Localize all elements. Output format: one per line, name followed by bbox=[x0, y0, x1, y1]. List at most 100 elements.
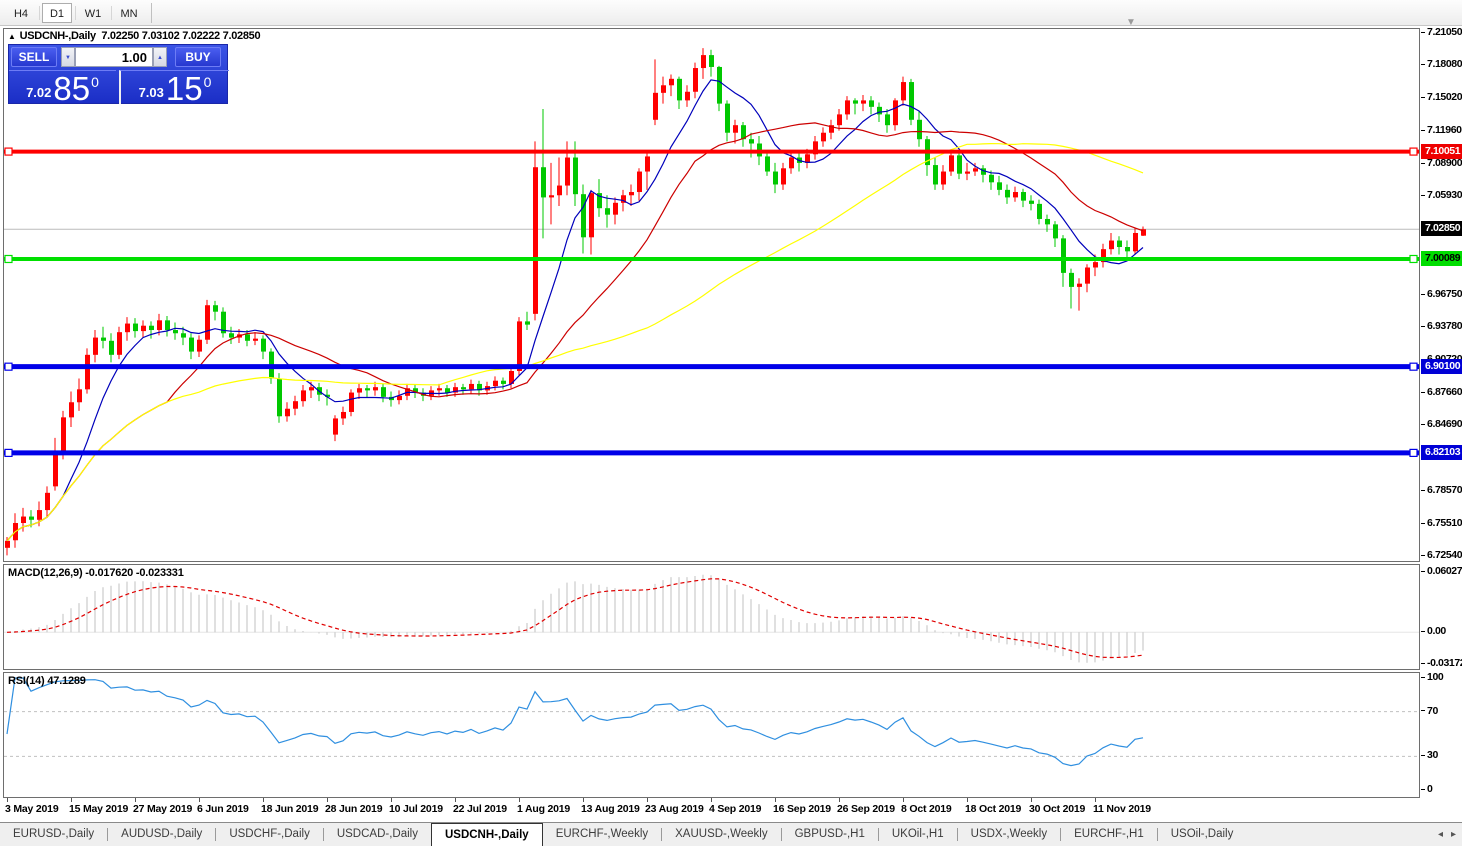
price-tag: 6.82103 bbox=[1421, 445, 1462, 460]
sell-price-point: 0 bbox=[91, 74, 99, 90]
tab-gbpusd-h1[interactable]: GBPUSD-,H1 bbox=[782, 823, 878, 846]
ohlc-open: 7.02250 bbox=[101, 30, 139, 42]
macd-indicator-panel[interactable] bbox=[3, 564, 1420, 670]
price-tick-label: 6.96750 bbox=[1421, 288, 1462, 302]
tab-eurchf-weekly[interactable]: EURCHF-,Weekly bbox=[543, 823, 661, 846]
timeframe-button-mn[interactable]: MN bbox=[114, 3, 144, 23]
price-chart-panel[interactable] bbox=[3, 28, 1420, 562]
sell-button[interactable]: SELL bbox=[11, 47, 57, 67]
date-tick bbox=[1031, 798, 1032, 802]
price-tag: 7.02850 bbox=[1421, 221, 1462, 236]
macd-tick-label: -0.031725 bbox=[1421, 657, 1462, 671]
price-tick-label: 6.87660 bbox=[1421, 386, 1462, 400]
date-tick bbox=[647, 798, 648, 802]
macd-tick-label: 0.060273 bbox=[1421, 565, 1462, 579]
date-tick bbox=[903, 798, 904, 802]
volume-increase-button[interactable]: ▲ bbox=[153, 47, 167, 67]
timeframe-button-d1[interactable]: D1 bbox=[42, 3, 72, 23]
toolbar-separator bbox=[75, 6, 76, 20]
tab-ukoil-h1[interactable]: UKOil-,H1 bbox=[879, 823, 957, 846]
price-tag: 7.10051 bbox=[1421, 144, 1462, 159]
chart-tab-bar: EURUSD-,DailyAUDUSD-,DailyUSDCHF-,DailyU… bbox=[0, 822, 1462, 846]
chart-scroll-marker-icon[interactable]: ▼ bbox=[1126, 17, 1136, 28]
toolbar-separator bbox=[151, 3, 152, 23]
price-tag: 7.00089 bbox=[1421, 251, 1462, 266]
tab-usdx-weekly[interactable]: USDX-,Weekly bbox=[958, 823, 1060, 846]
date-label: 18 Oct 2019 bbox=[965, 803, 1021, 815]
tab-usdcad-daily[interactable]: USDCAD-,Daily bbox=[324, 823, 431, 846]
date-label: 16 Sep 2019 bbox=[773, 803, 831, 815]
buy-price-pips: 15 bbox=[166, 74, 203, 104]
sell-price-prefix: 7.02 bbox=[26, 85, 51, 100]
date-label: 4 Sep 2019 bbox=[709, 803, 761, 815]
date-label: 15 May 2019 bbox=[69, 803, 128, 815]
buy-button[interactable]: BUY bbox=[175, 47, 221, 67]
tab-usoil-daily[interactable]: USOil-,Daily bbox=[1158, 823, 1247, 846]
date-label: 8 Oct 2019 bbox=[901, 803, 952, 815]
rsi-tick-label: 70 bbox=[1421, 705, 1462, 719]
tab-scroll-arrows: ◂▸ bbox=[1438, 823, 1462, 846]
toolbar-separator bbox=[111, 6, 112, 20]
price-tick-label: 7.05930 bbox=[1421, 189, 1462, 203]
date-tick bbox=[583, 798, 584, 802]
date-label: 3 May 2019 bbox=[5, 803, 58, 815]
price-tick-label: 6.75510 bbox=[1421, 517, 1462, 531]
date-label: 27 May 2019 bbox=[133, 803, 192, 815]
tab-scroll-left-icon[interactable]: ◂ bbox=[1438, 829, 1443, 840]
date-tick bbox=[7, 798, 8, 802]
price-tick-label: 7.18080 bbox=[1421, 58, 1462, 72]
trade-panel-top-row: SELL ▼ ▲ BUY bbox=[9, 45, 227, 69]
date-tick bbox=[263, 798, 264, 802]
date-label: 13 Aug 2019 bbox=[581, 803, 640, 815]
date-label: 28 Jun 2019 bbox=[325, 803, 382, 815]
buy-price-display[interactable]: 7.03 15 0 bbox=[119, 70, 229, 104]
tab-usdcnh-daily[interactable]: USDCNH-,Daily bbox=[431, 823, 543, 846]
timeframe-button-w1[interactable]: W1 bbox=[78, 3, 108, 23]
date-tick bbox=[71, 798, 72, 802]
rsi-tick-label: 0 bbox=[1421, 783, 1462, 797]
price-scale[interactable]: 7.210507.180807.150207.119607.089007.059… bbox=[1421, 28, 1462, 798]
date-label: 18 Jun 2019 bbox=[261, 803, 318, 815]
price-tick-label: 7.15020 bbox=[1421, 91, 1462, 105]
date-tick bbox=[967, 798, 968, 802]
ohlc-low: 7.02222 bbox=[182, 30, 220, 42]
date-label: 30 Oct 2019 bbox=[1029, 803, 1085, 815]
timeframe-toolbar: H4 D1 W1 MN bbox=[0, 0, 1462, 26]
rsi-indicator-panel[interactable] bbox=[3, 672, 1420, 798]
volume-input[interactable] bbox=[75, 47, 153, 67]
macd-label: MACD(12,26,9) -0.017620 -0.023331 bbox=[8, 567, 184, 579]
ohlc-high: 7.03102 bbox=[142, 30, 180, 42]
chart-title: ▲ USDCNH-,Daily 7.02250 7.03102 7.02222 7… bbox=[8, 30, 260, 42]
macd-tick-label: 0.00 bbox=[1421, 625, 1462, 639]
rsi-value: 47.1289 bbox=[47, 675, 85, 687]
tab-xauusd-weekly[interactable]: XAUUSD-,Weekly bbox=[662, 823, 780, 846]
date-axis: 3 May 201915 May 201927 May 20196 Jun 20… bbox=[3, 798, 1420, 820]
price-tick-label: 6.84690 bbox=[1421, 418, 1462, 432]
date-tick bbox=[1095, 798, 1096, 802]
date-label: 10 Jul 2019 bbox=[389, 803, 443, 815]
tab-scroll-right-icon[interactable]: ▸ bbox=[1451, 829, 1456, 840]
price-tick-label: 7.21050 bbox=[1421, 26, 1462, 40]
sell-price-pips: 85 bbox=[53, 74, 90, 104]
tab-usdchf-daily[interactable]: USDCHF-,Daily bbox=[216, 823, 323, 846]
price-tick-label: 6.78570 bbox=[1421, 484, 1462, 498]
buy-price-prefix: 7.03 bbox=[139, 85, 164, 100]
timeframe-button-h4[interactable]: H4 bbox=[6, 3, 36, 23]
symbol-period-label: USDCNH-,Daily bbox=[20, 30, 96, 42]
date-tick bbox=[199, 798, 200, 802]
price-tick-label: 6.72540 bbox=[1421, 549, 1462, 563]
price-tick-label: 7.11960 bbox=[1421, 124, 1462, 138]
sell-price-display[interactable]: 7.02 85 0 bbox=[9, 70, 116, 104]
date-label: 1 Aug 2019 bbox=[517, 803, 570, 815]
ohlc-close: 7.02850 bbox=[223, 30, 261, 42]
macd-signal-value: -0.023331 bbox=[136, 567, 184, 579]
date-label: 22 Jul 2019 bbox=[453, 803, 507, 815]
tab-eurchf-h1[interactable]: EURCHF-,H1 bbox=[1061, 823, 1157, 846]
tab-eurusd-daily[interactable]: EURUSD-,Daily bbox=[0, 823, 107, 846]
date-label: 26 Sep 2019 bbox=[837, 803, 895, 815]
collapse-panel-icon[interactable]: ▲ bbox=[8, 32, 16, 41]
tab-audusd-daily[interactable]: AUDUSD-,Daily bbox=[108, 823, 215, 846]
rsi-tick-label: 100 bbox=[1421, 671, 1462, 685]
date-tick bbox=[519, 798, 520, 802]
volume-decrease-button[interactable]: ▼ bbox=[61, 47, 75, 67]
